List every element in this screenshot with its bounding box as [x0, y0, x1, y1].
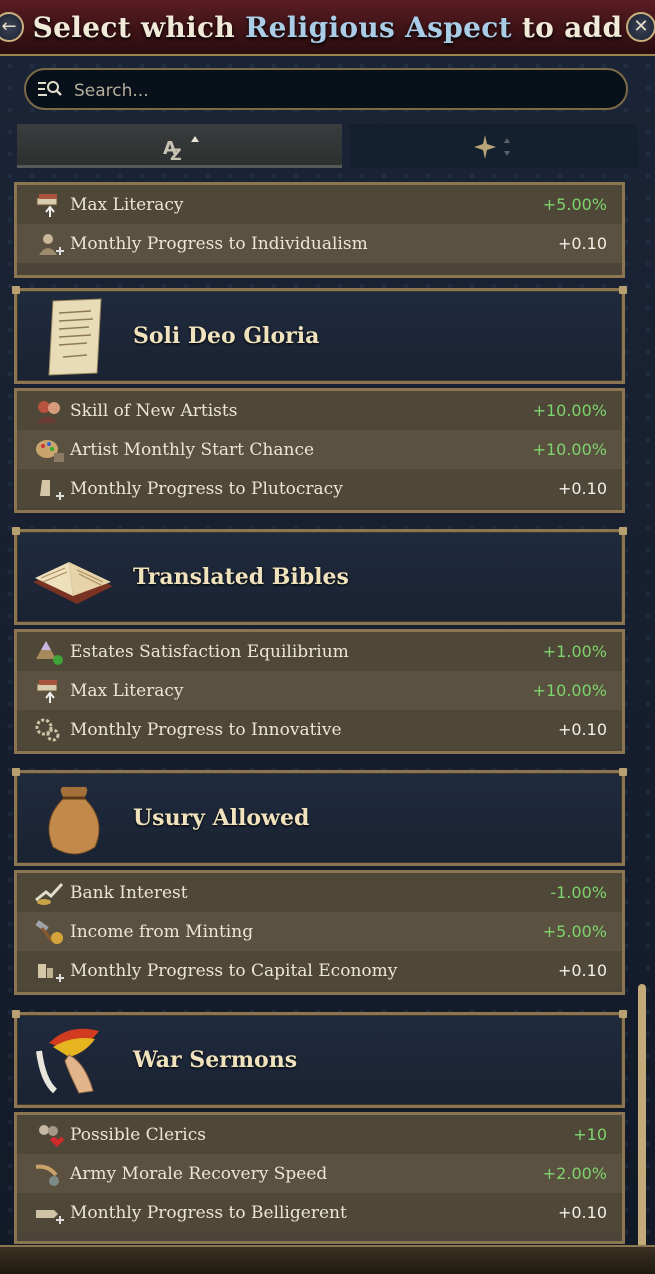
svg-text:Z: Z — [170, 145, 182, 162]
effect-label: Skill of New Artists — [70, 401, 238, 421]
search-bar — [24, 68, 628, 110]
effect-row: Monthly Progress to Individualism +0.10 — [17, 224, 622, 263]
effect-row: Army Morale Recovery Speed +2.00% — [17, 1154, 622, 1193]
effect-value: +5.00% — [542, 195, 607, 214]
search-input[interactable] — [72, 77, 616, 105]
effect-value: +0.10 — [557, 479, 607, 498]
estates-pyramid-icon — [36, 641, 63, 665]
aspect-header[interactable]: Usury Allowed — [12, 768, 627, 866]
innovative-gears-icon — [35, 718, 60, 742]
plutocracy-icon — [40, 480, 64, 500]
effect-value: +10.00% — [532, 681, 607, 700]
parchment-letter-icon — [48, 298, 102, 376]
title-bar: ← Select which Religious Aspect to add ✕ — [0, 0, 655, 56]
aspect-name: War Sermons — [133, 1047, 298, 1073]
minting-hammer-icon — [35, 920, 63, 944]
aspect-name: Soli Deo Gloria — [133, 323, 320, 349]
sort-importance-tab[interactable] — [350, 124, 638, 168]
belligerent-icon — [36, 1210, 64, 1224]
effect-value: +10.00% — [532, 401, 607, 420]
effect-row: Estates Satisfaction Equilibrium +1.00% — [17, 632, 622, 671]
close-x-icon[interactable]: ✕ — [626, 12, 655, 42]
effect-label: Possible Clerics — [70, 1125, 206, 1145]
effects-list: Possible Clerics +10 Army Morale Recover… — [14, 1112, 625, 1244]
effect-value: +5.00% — [542, 922, 607, 941]
effect-row: Artist Monthly Start Chance +10.00% — [17, 430, 622, 469]
effect-label: Income from Minting — [70, 922, 254, 942]
importance-sort-icon — [474, 135, 510, 159]
effect-label: Artist Monthly Start Chance — [70, 440, 315, 460]
title-pre: Select which — [32, 11, 246, 44]
effect-label: Monthly Progress to Belligerent — [70, 1203, 347, 1223]
effect-label: Army Morale Recovery Speed — [70, 1164, 328, 1184]
dialog-title: Select which Religious Aspect to add — [0, 11, 655, 44]
effects-list: Max Literacy +5.00% Monthly Progress to … — [14, 182, 625, 278]
effects-list: Skill of New Artists +10.00% Artist Mont… — [14, 388, 625, 513]
effect-row: Monthly Progress to Belligerent +0.10 — [17, 1193, 622, 1232]
sort-alphabetical-tab[interactable]: A Z — [17, 124, 342, 168]
effect-row: Possible Clerics +10 — [17, 1115, 622, 1154]
clerics-icon — [39, 1125, 64, 1147]
effects-list: Bank Interest -1.00% Income from Minting… — [14, 870, 625, 995]
effect-value: -1.00% — [550, 883, 607, 902]
effects-list: Estates Satisfaction Equilibrium +1.00% … — [14, 629, 625, 754]
effect-label: Monthly Progress to Capital Economy — [70, 961, 398, 981]
title-post: to add — [511, 11, 623, 44]
effect-label: Estates Satisfaction Equilibrium — [70, 642, 349, 662]
army-morale-icon — [35, 1164, 59, 1186]
capital-economy-icon — [38, 964, 64, 982]
artists-icon — [37, 401, 60, 423]
money-bag-icon — [48, 786, 100, 855]
aspect-header[interactable]: Translated Bibles — [12, 527, 627, 625]
effect-value: +1.00% — [542, 642, 607, 661]
alphabetical-sort-icon: A Z — [163, 136, 199, 162]
effect-label: Monthly Progress to Innovative — [70, 720, 342, 740]
open-book-icon — [33, 562, 113, 604]
max-literacy-icon — [36, 680, 58, 703]
effect-value: +10.00% — [532, 440, 607, 459]
effect-value: +0.10 — [557, 234, 607, 253]
aspect-name: Usury Allowed — [133, 805, 310, 831]
aspect-header[interactable]: Soli Deo Gloria — [12, 286, 627, 384]
max-literacy-icon — [36, 194, 58, 217]
bank-interest-icon — [35, 882, 64, 905]
effect-row: Bank Interest -1.00% — [17, 873, 622, 912]
effect-value: +0.10 — [557, 961, 607, 980]
effect-row: Max Literacy +10.00% — [17, 671, 622, 710]
effect-row: Monthly Progress to Capital Economy +0.1… — [17, 951, 622, 990]
effect-label: Max Literacy — [70, 195, 184, 215]
scrollbar-thumb[interactable] — [638, 984, 646, 1254]
effect-row: Income from Minting +5.00% — [17, 912, 622, 951]
effect-value: +0.10 — [557, 1203, 607, 1222]
aspect-name: Translated Bibles — [133, 564, 349, 590]
effect-row: Max Literacy +5.00% — [17, 185, 622, 224]
aspect-header[interactable]: War Sermons — [12, 1010, 627, 1108]
effect-label: Monthly Progress to Plutocracy — [70, 479, 343, 499]
effect-value: +2.00% — [542, 1164, 607, 1183]
individualism-icon — [39, 234, 64, 255]
effect-value: +10 — [573, 1125, 607, 1144]
bottom-frame — [0, 1245, 655, 1274]
effect-label: Max Literacy — [70, 681, 184, 701]
effect-row: Monthly Progress to Innovative +0.10 — [17, 710, 622, 749]
title-highlight: Religious Aspect — [245, 11, 512, 44]
praying-hands-flag-icon — [36, 1028, 99, 1094]
effect-label: Bank Interest — [70, 883, 188, 903]
effect-row: Skill of New Artists +10.00% — [17, 391, 622, 430]
effect-label: Monthly Progress to Individualism — [70, 234, 368, 254]
palette-icon — [36, 440, 64, 462]
effect-row: Monthly Progress to Plutocracy +0.10 — [17, 469, 622, 508]
effect-value: +0.10 — [557, 720, 607, 739]
search-icon — [38, 81, 62, 96]
